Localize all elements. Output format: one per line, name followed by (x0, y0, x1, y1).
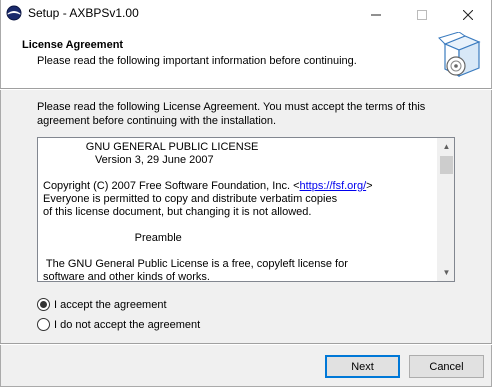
maximize-button[interactable] (399, 0, 445, 30)
license-line-works: software and other kinds of works. (43, 271, 210, 282)
close-button[interactable] (445, 0, 491, 30)
license-line-title: GNU GENERAL PUBLIC LICENSE (43, 141, 259, 153)
installer-box-disc-icon (438, 32, 481, 77)
cancel-button[interactable]: Cancel (409, 355, 484, 378)
wizard-header: License Agreement Please read the follow… (0, 30, 492, 88)
window-title: Setup - AXBPSv1.00 (28, 6, 139, 20)
scroll-down-icon: ▼ (442, 268, 451, 277)
license-copyright-pre: Copyright (C) 2007 Free Software Foundat… (43, 180, 300, 192)
setup-app-icon (6, 5, 22, 21)
close-icon (463, 10, 473, 20)
fsf-link[interactable]: https://fsf.org/ (300, 180, 367, 192)
scroll-down-button[interactable]: ▼ (438, 264, 454, 281)
license-line-version: Version 3, 29 June 2007 (43, 154, 214, 166)
scroll-up-icon: ▲ (442, 142, 451, 151)
page-title: License Agreement (22, 39, 124, 51)
scroll-up-button[interactable]: ▲ (438, 138, 454, 155)
footer-divider (0, 343, 492, 345)
decline-label[interactable]: I do not accept the agreement (54, 319, 200, 331)
license-scrollbar[interactable]: ▲ ▼ (437, 138, 454, 281)
license-text-box[interactable]: GNU GENERAL PUBLIC LICENSE Version 3, 29… (37, 137, 455, 282)
wizard-body: Please read the following License Agreem… (0, 90, 492, 343)
scroll-thumb[interactable] (440, 156, 453, 174)
accept-option[interactable]: I accept the agreement (37, 298, 167, 311)
accept-radio[interactable] (37, 298, 50, 311)
title-bar[interactable]: Setup - AXBPSv1.00 (0, 0, 492, 30)
license-line-preamble: Preamble (43, 232, 182, 244)
maximize-icon (417, 10, 427, 20)
decline-option[interactable]: I do not accept the agreement (37, 318, 200, 331)
license-line-permission: Everyone is permitted to copy and distri… (43, 193, 338, 205)
next-button[interactable]: Next (325, 355, 400, 378)
license-text: GNU GENERAL PUBLIC LICENSE Version 3, 29… (43, 141, 433, 282)
license-line-gpl-intro: The GNU General Public License is a free… (43, 258, 348, 270)
accept-label[interactable]: I accept the agreement (54, 299, 167, 311)
wizard-footer: Next Cancel (0, 343, 492, 387)
minimize-icon (371, 14, 381, 16)
intro-text: Please read the following License Agreem… (37, 101, 426, 127)
page-subtitle: Please read the following important info… (37, 55, 357, 67)
license-line-changes: of this license document, but changing i… (43, 206, 312, 218)
decline-radio[interactable] (37, 318, 50, 331)
minimize-button[interactable] (353, 0, 399, 30)
license-copyright-post: > (366, 180, 373, 192)
